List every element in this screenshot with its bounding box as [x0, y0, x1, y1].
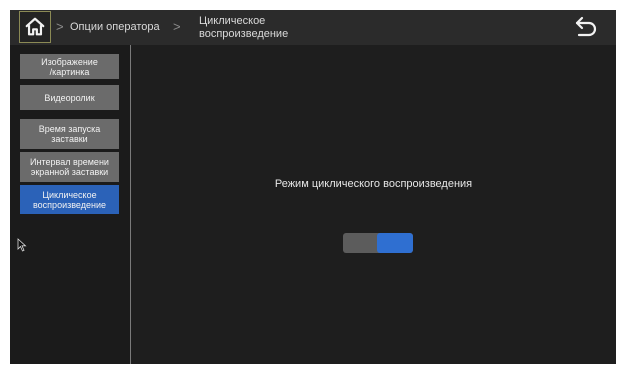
- main-panel: Режим циклического воспроизведения: [131, 45, 616, 364]
- toggle-knob: [377, 233, 413, 253]
- breadcrumb-operator-options[interactable]: Опции оператора: [70, 21, 160, 34]
- top-bar: > Опции оператора > Циклическое воспроиз…: [10, 10, 616, 45]
- back-button[interactable]: [574, 16, 598, 38]
- mouse-pointer-icon: [17, 238, 27, 252]
- loop-mode-toggle[interactable]: [343, 233, 413, 253]
- sidebar-item-screensaver-interval[interactable]: Интервал времени экранной заставки: [20, 152, 119, 182]
- sidebar-item-loop-playback[interactable]: Циклическое воспроизведение: [20, 185, 119, 214]
- sidebar: Изображение /картинка Видеоролик Время з…: [10, 45, 130, 364]
- loop-mode-label: Режим циклического воспроизведения: [274, 178, 473, 190]
- home-icon: [25, 17, 45, 36]
- breadcrumb-separator-icon: >: [56, 19, 64, 34]
- device-screen: > Опции оператора > Циклическое воспроиз…: [10, 10, 616, 364]
- home-button[interactable]: [19, 11, 51, 43]
- content-area: Изображение /картинка Видеоролик Время з…: [10, 45, 616, 364]
- sidebar-item-screensaver-start-time[interactable]: Время запуска заставки: [20, 119, 119, 149]
- back-arrow-icon: [575, 16, 597, 37]
- sidebar-item-video[interactable]: Видеоролик: [20, 85, 119, 110]
- breadcrumb-separator-icon: >: [173, 19, 181, 34]
- sidebar-item-image[interactable]: Изображение /картинка: [20, 54, 119, 79]
- breadcrumb-loop-playback: Циклическое воспроизведение: [199, 15, 289, 40]
